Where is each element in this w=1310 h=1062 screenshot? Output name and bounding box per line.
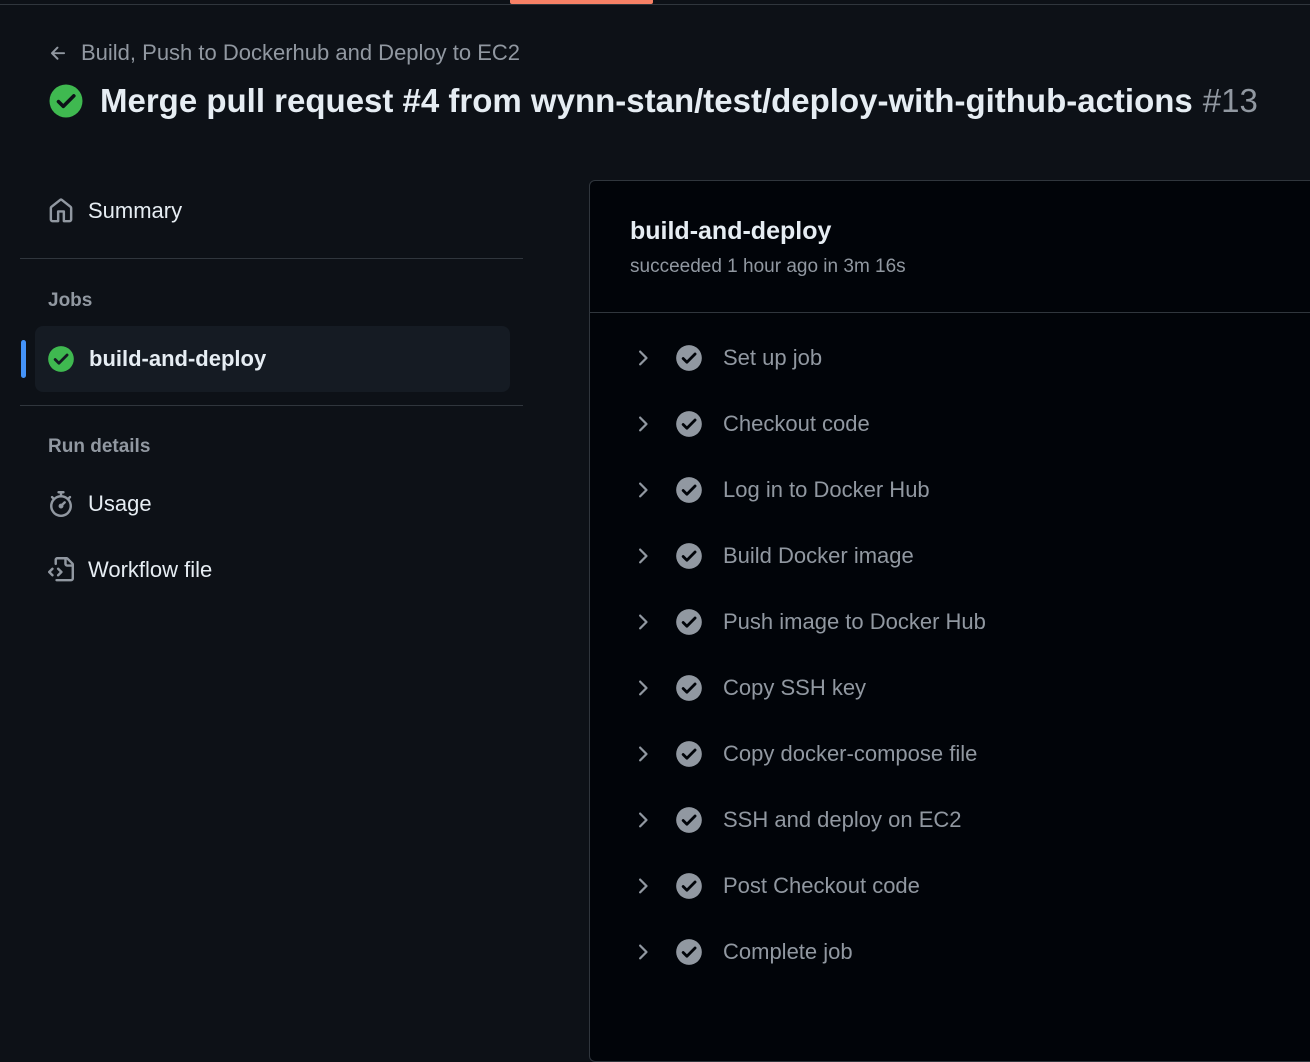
job-header: build-and-deploy succeeded 1 hour ago in… — [630, 217, 906, 278]
step-label: Set up job — [723, 345, 823, 370]
run-details-heading: Run details — [48, 436, 151, 457]
jobs-heading: Jobs — [48, 290, 93, 311]
sidebar-item-usage[interactable]: Usage — [48, 491, 152, 517]
step-row[interactable]: Checkout code — [630, 391, 1290, 457]
check-circle-fill-icon — [676, 543, 702, 569]
step-label: SSH and deploy on EC2 — [723, 807, 962, 832]
job-panel: build-and-deploy succeeded 1 hour ago in… — [589, 180, 1310, 1062]
file-code-icon — [48, 557, 74, 582]
check-circle-fill-icon — [676, 609, 702, 635]
panel-divider — [590, 312, 1310, 313]
check-circle-fill-icon — [676, 807, 702, 833]
home-icon — [49, 198, 73, 223]
run-number: #13 — [1202, 82, 1258, 119]
chevron-right-icon — [639, 482, 648, 498]
step-row[interactable]: Push image to Docker Hub — [630, 589, 1290, 655]
sidebar-item-workflow-file[interactable]: Workflow file — [48, 557, 212, 583]
chevron-right-icon — [639, 614, 648, 630]
step-label: Build Docker image — [723, 543, 914, 568]
chevron-right-icon — [639, 350, 648, 366]
step-row[interactable]: Copy docker-compose file — [630, 721, 1290, 787]
step-row[interactable]: Complete job — [630, 919, 1290, 985]
workflow-file-label: Workflow file — [88, 557, 213, 582]
step-row[interactable]: SSH and deploy on EC2 — [630, 787, 1290, 853]
step-label: Copy SSH key — [723, 675, 867, 700]
check-circle-fill-icon — [676, 477, 702, 503]
step-label: Checkout code — [723, 411, 870, 436]
sidebar-item-summary[interactable]: Summary — [48, 198, 182, 224]
job-title: build-and-deploy — [630, 217, 832, 245]
chevron-right-icon — [639, 812, 648, 828]
sidebar-divider — [20, 258, 523, 259]
selected-job-indicator — [21, 340, 26, 378]
step-label: Post Checkout code — [723, 873, 920, 898]
job-label: build-and-deploy — [89, 346, 267, 371]
check-circle-fill-icon — [49, 84, 83, 118]
chevron-right-icon — [639, 548, 648, 564]
check-circle-fill-icon — [676, 411, 702, 437]
back-link-label: Build, Push to Dockerhub and Deploy to E… — [81, 40, 521, 65]
stopwatch-icon — [50, 491, 72, 517]
step-label: Push image to Docker Hub — [723, 609, 986, 634]
step-row[interactable]: Post Checkout code — [630, 853, 1290, 919]
chevron-right-icon — [639, 746, 648, 762]
check-circle-fill-icon — [676, 345, 702, 371]
step-label: Complete job — [723, 939, 853, 964]
chevron-right-icon — [639, 680, 648, 696]
top-border — [0, 4, 1310, 5]
summary-label: Summary — [88, 198, 183, 223]
arrow-left-icon — [50, 46, 66, 60]
sidebar-item-job[interactable]: build-and-deploy — [35, 326, 510, 392]
step-label: Log in to Docker Hub — [723, 477, 930, 502]
job-status-text: succeeded 1 hour ago in 3m 16s — [630, 256, 906, 277]
check-circle-fill-icon — [676, 675, 702, 701]
run-title: Merge pull request #4 from wynn-stan/tes… — [100, 82, 1258, 119]
check-circle-fill-icon — [676, 939, 702, 965]
check-circle-fill-icon — [676, 873, 702, 899]
chevron-right-icon — [639, 878, 648, 894]
step-row[interactable]: Log in to Docker Hub — [630, 457, 1290, 523]
check-circle-fill-icon — [48, 346, 74, 372]
step-row[interactable]: Set up job — [630, 325, 1290, 391]
chevron-right-icon — [639, 944, 648, 960]
sidebar-divider — [20, 405, 523, 406]
usage-label: Usage — [88, 491, 152, 516]
step-row[interactable]: Copy SSH key — [630, 655, 1290, 721]
step-label: Copy docker-compose file — [723, 741, 978, 766]
back-to-workflow-link[interactable]: Build, Push to Dockerhub and Deploy to E… — [48, 40, 520, 66]
page-title: Merge pull request #4 from wynn-stan/tes… — [48, 82, 1258, 120]
step-row[interactable]: Build Docker image — [630, 523, 1290, 589]
active-tab-indicator — [510, 0, 653, 4]
chevron-right-icon — [639, 416, 648, 432]
check-circle-fill-icon — [676, 741, 702, 767]
